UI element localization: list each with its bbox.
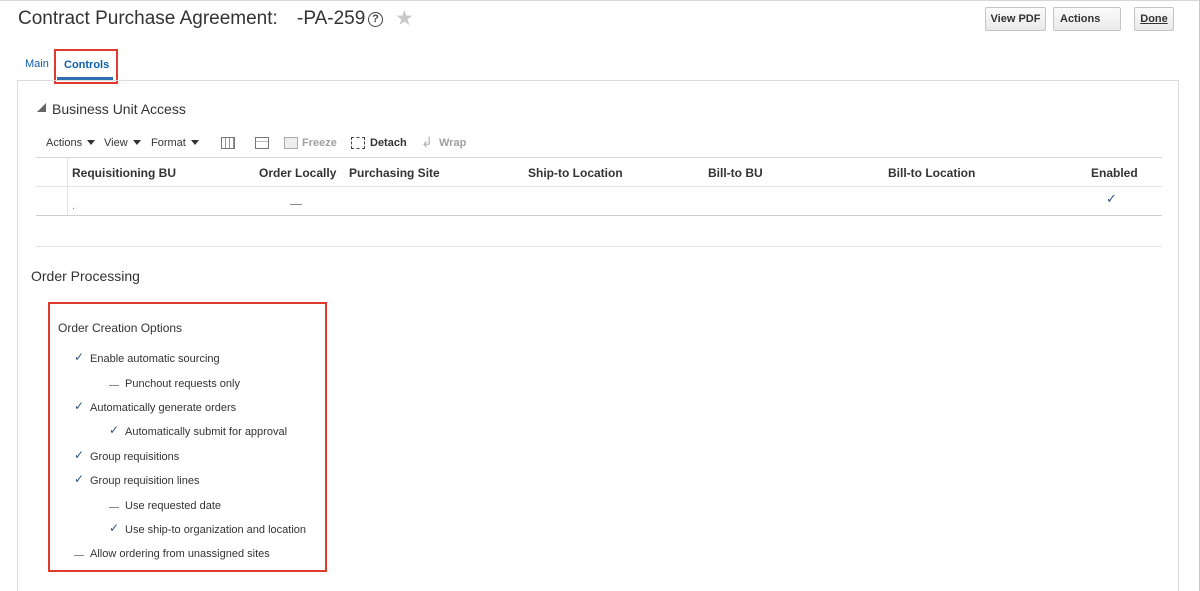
wrap-icon: ↲ [421,134,433,150]
column-header-bill-to-location[interactable]: Bill-to Location [888,166,975,180]
option-automatically-submit-for-approval: Automatically submit for approval [125,426,288,438]
automatically-submit-for-approval-check-icon: ✓ [109,423,120,437]
table-top-border [36,157,1162,158]
column-header-bill-to-bu[interactable]: Bill-to BU [708,166,763,180]
table-bottom-border [36,215,1162,216]
column-header-order-locally[interactable]: Order Locally [259,166,336,180]
use-ship-to-organization-check-icon: ✓ [109,521,120,535]
option-group-requisition-lines: Group requisition lines [90,475,200,487]
group-requisition-lines-check-icon: ✓ [74,472,85,486]
query-by-example-icon[interactable] [255,137,269,149]
enable-automatic-sourcing-check-icon: ✓ [74,350,85,364]
column-header-purchasing-site[interactable]: Purchasing Site [349,166,440,180]
order-processing-title: Order Processing [31,268,140,284]
use-requested-date-unchecked-dash [109,507,119,508]
page-title: Contract Purchase Agreement: [18,8,278,29]
column-header-requisitioning-bu[interactable]: Requisitioning BU [72,166,176,180]
freeze-button: Freeze [302,137,337,149]
agreement-number: -PA-259 [297,8,366,29]
table-view-menu[interactable]: View [104,137,141,149]
business-unit-access-title: Business Unit Access [52,101,186,117]
punchout-requests-only-unchecked-dash [109,385,119,386]
wrap-button: Wrap [439,137,467,149]
column-header-ship-to-location[interactable]: Ship-to Location [528,166,623,180]
manage-columns-icon[interactable] [221,137,235,149]
option-use-requested-date: Use requested date [125,500,222,512]
group-requisitions-check-icon: ✓ [74,448,85,462]
table-view-label: View [104,137,128,149]
tab-main[interactable]: Main [25,58,49,70]
collapse-triangle-icon[interactable] [37,103,46,112]
option-automatically-generate-orders: Automatically generate orders [90,402,237,414]
table-header-divider [36,186,1162,187]
option-group-requisitions: Group requisitions [90,451,180,463]
option-use-ship-to-organization-and-location: Use ship-to organization and location [125,524,307,536]
automatically-generate-orders-check-icon: ✓ [74,399,85,413]
done-button[interactable]: Done [1134,7,1174,31]
allow-ordering-unassigned-sites-unchecked-dash [74,555,84,556]
actions-menu-button[interactable]: Actions [1053,7,1121,31]
caret-down-icon [190,140,199,145]
help-icon[interactable]: ? [368,12,383,27]
freeze-icon [284,137,298,149]
enabled-check-icon: ✓ [1106,191,1117,206]
favorite-star-icon[interactable]: ★ [395,8,414,30]
caret-down-icon [132,140,141,145]
option-enable-automatic-sourcing: Enable automatic sourcing [90,353,220,365]
done-button-label: Done [1140,13,1168,25]
detach-button[interactable]: Detach [370,137,407,149]
controls-tab-highlight-box [54,49,118,84]
option-punchout-requests-only: Punchout requests only [125,378,240,390]
order-creation-options-title: Order Creation Options [58,321,183,335]
table-actions-menu[interactable]: Actions [46,137,96,149]
table-format-label: Format [151,137,186,149]
row-header-divider [67,158,68,215]
top-border [0,0,1200,1]
option-allow-ordering-from-unassigned-sites: Allow ordering from unassigned sites [90,548,270,560]
table-actions-label: Actions [46,137,83,149]
detach-icon[interactable] [351,137,365,149]
column-header-enabled[interactable]: Enabled [1091,166,1138,180]
order-locally-unchecked-dash [290,204,302,205]
caret-down-icon [87,140,96,145]
section-divider [36,246,1162,247]
table-format-menu[interactable]: Format [151,137,199,149]
view-pdf-button[interactable]: View PDF [985,7,1046,31]
requisitioning-bu-cell: . [72,200,76,212]
